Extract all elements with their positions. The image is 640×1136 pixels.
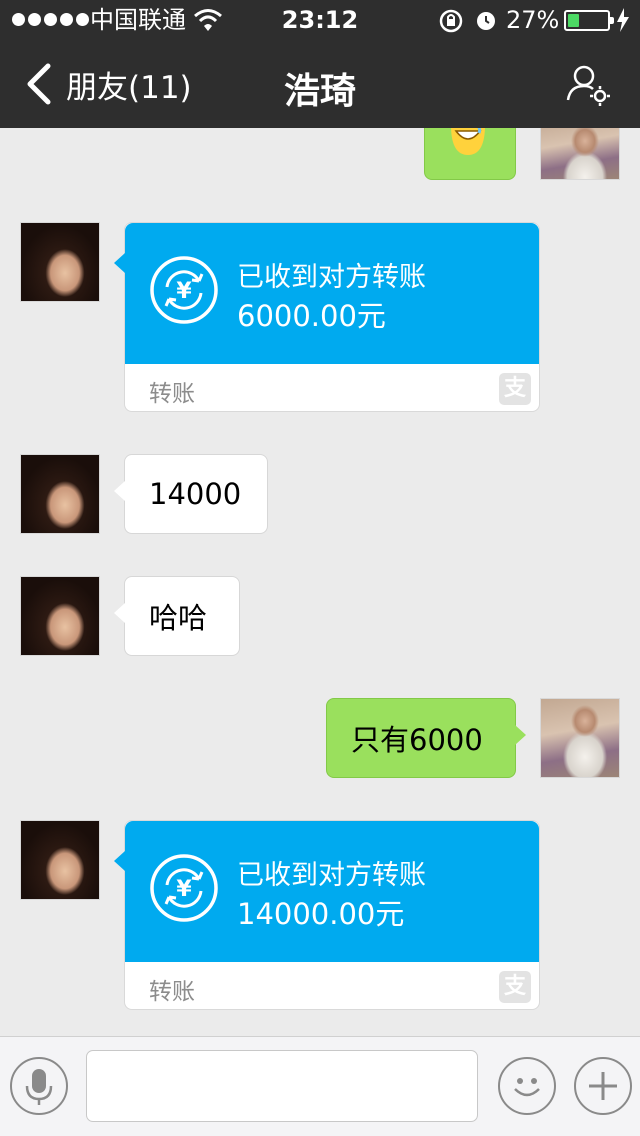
user-settings-icon	[566, 65, 610, 106]
battery-percent: 27%	[506, 6, 560, 34]
message-input-bar	[0, 1036, 640, 1136]
voice-input-button[interactable]	[10, 1057, 68, 1115]
transfer-label: 转账	[149, 381, 195, 407]
emoji-button[interactable]	[498, 1057, 556, 1115]
back-label: 朋友(11)	[66, 69, 192, 106]
svg-text:¥: ¥	[176, 279, 192, 304]
yen-transfer-icon: ¥	[150, 256, 218, 324]
status-bar: 中国联通 23:12 27%	[0, 0, 640, 40]
my-avatar[interactable]	[540, 698, 620, 778]
friend-avatar[interactable]	[20, 454, 100, 534]
friend-avatar[interactable]	[20, 820, 100, 900]
microphone-icon	[25, 1069, 53, 1105]
transfer-amount: 6000.00元	[237, 299, 386, 333]
transfer-label: 转账	[149, 979, 195, 1005]
transfer-card[interactable]: ¥ 已收到对方转账 6000.00元 转账 支	[114, 222, 540, 412]
alarm-icon	[474, 8, 498, 38]
more-functions-button[interactable]	[574, 1057, 632, 1115]
battery-icon	[564, 10, 614, 31]
message-text: 哈哈	[149, 601, 208, 635]
message-text: 只有6000	[351, 723, 483, 757]
chat-history[interactable]: ¥ 已收到对方转账 6000.00元 转账 支 14000 哈哈 只有6000	[0, 128, 640, 1036]
message-text: 14000	[149, 477, 242, 511]
back-button[interactable]: 朋友(11)	[20, 60, 192, 108]
alipay-icon: 支	[499, 971, 531, 1003]
smiley-icon	[514, 1078, 540, 1097]
grinning-sweat-emoji-icon	[451, 128, 485, 155]
transfer-status: 已收到对方转账	[237, 262, 426, 293]
incoming-message-bubble[interactable]: 14000	[114, 454, 268, 534]
yen-transfer-icon: ¥	[150, 854, 218, 922]
svg-text:¥: ¥	[176, 877, 192, 902]
transfer-status: 已收到对方转账	[237, 860, 426, 891]
navigation-bar: 朋友(11) 浩琦	[0, 40, 640, 128]
chevron-left-icon	[27, 63, 51, 105]
incoming-message-bubble[interactable]: 哈哈	[114, 576, 240, 656]
plus-icon	[589, 1072, 617, 1100]
alipay-icon: 支	[499, 373, 531, 405]
transfer-card[interactable]: ¥ 已收到对方转账 14000.00元 转账 支	[114, 820, 540, 1010]
rotation-lock-icon	[438, 8, 464, 40]
outgoing-emoji-bubble[interactable]	[424, 128, 516, 180]
friend-avatar[interactable]	[20, 576, 100, 656]
my-avatar[interactable]	[540, 128, 620, 180]
battery-fill	[568, 14, 579, 27]
message-input[interactable]	[86, 1050, 478, 1122]
outgoing-message-bubble[interactable]: 只有6000	[326, 698, 526, 778]
charging-bolt-icon	[616, 8, 630, 39]
chat-info-button[interactable]	[566, 62, 612, 108]
transfer-amount: 14000.00元	[237, 897, 405, 931]
friend-avatar[interactable]	[20, 222, 100, 302]
